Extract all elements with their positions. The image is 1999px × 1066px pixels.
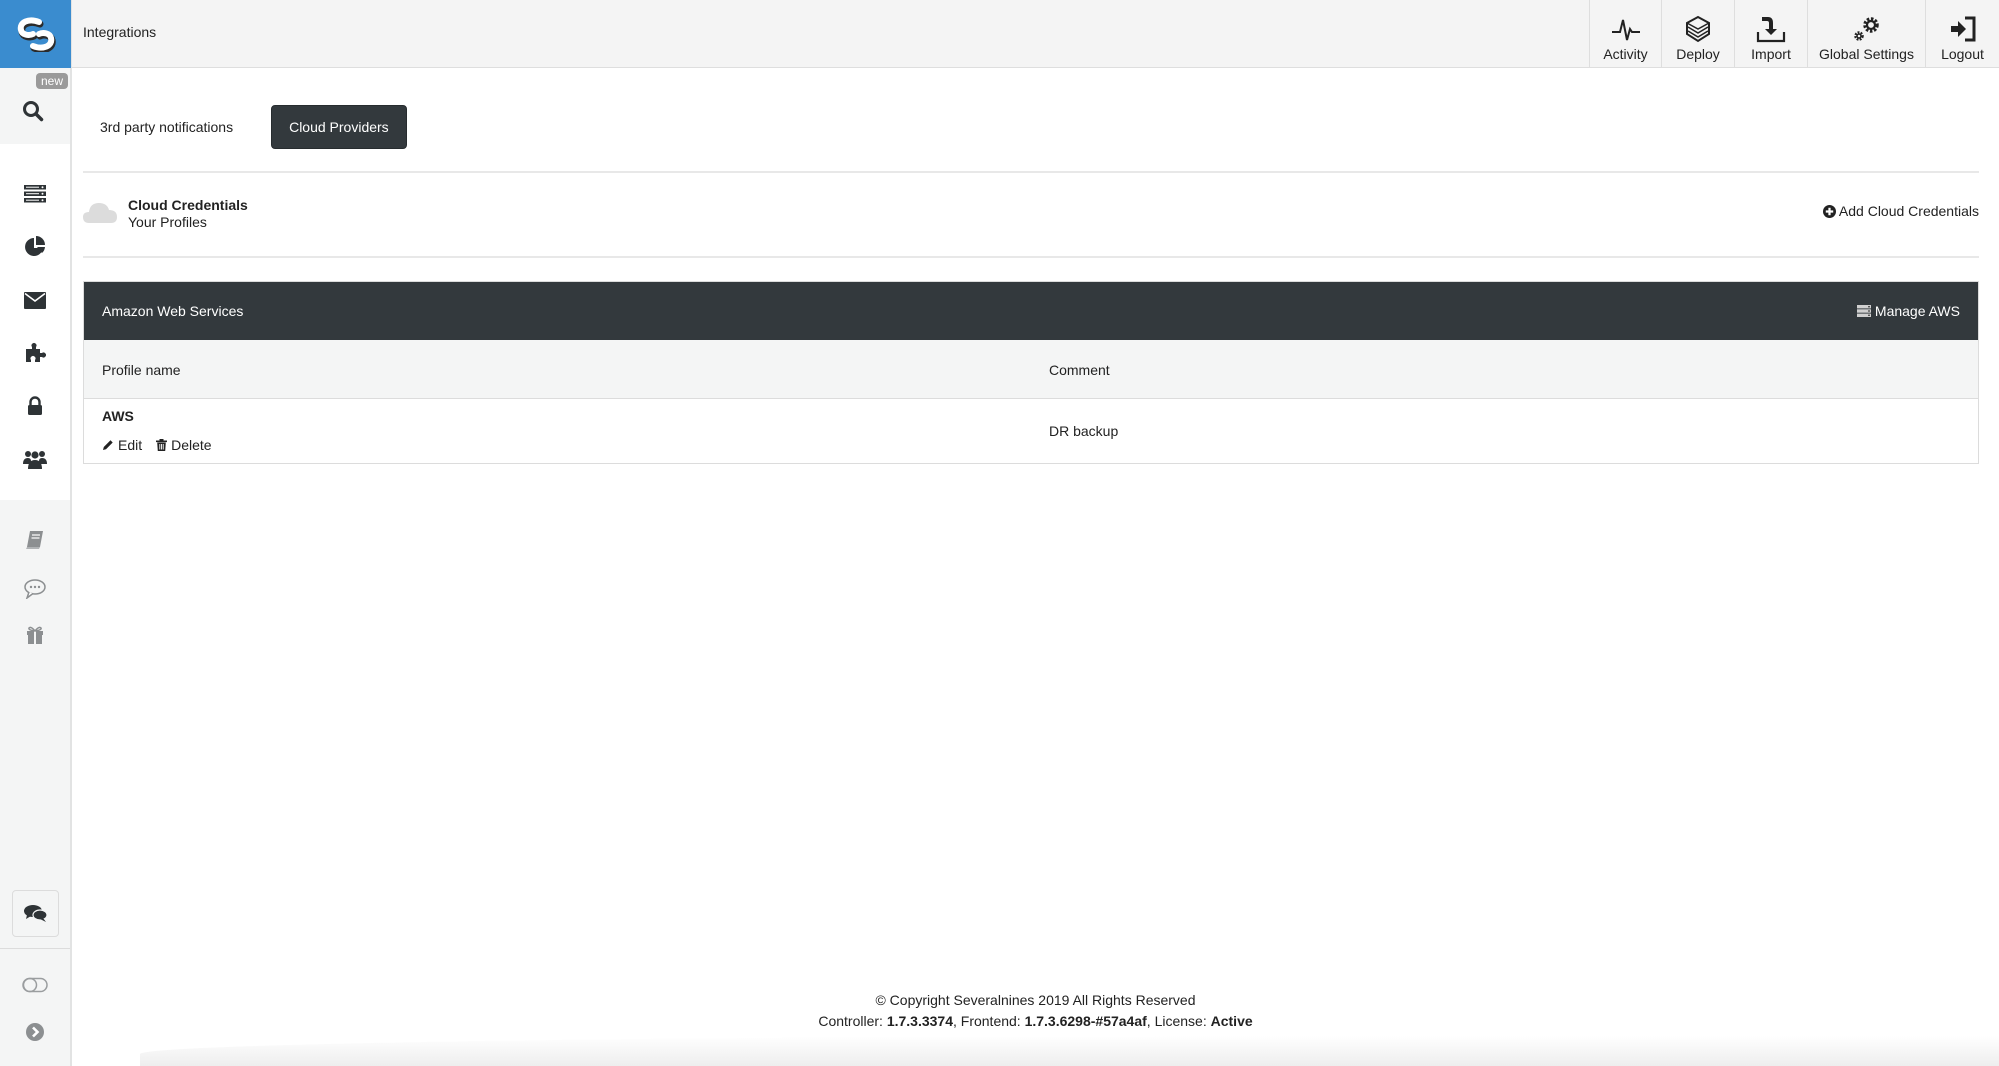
- sidebar-item-whats-new[interactable]: [0, 615, 70, 655]
- gift-icon: [27, 626, 43, 644]
- aws-panel: Amazon Web Services Manage AWS Profile n…: [83, 281, 1979, 464]
- speech-bubble-icon: [24, 579, 46, 599]
- integration-tabs: 3rd party notifications Cloud Providers: [83, 105, 407, 149]
- table-row: AWS Edit Delete DR backup: [84, 399, 1978, 463]
- controller-label: Controller:: [818, 1013, 887, 1029]
- tab-3rd-party-notifications[interactable]: 3rd party notifications: [83, 105, 250, 149]
- sidebar: new: [0, 0, 72, 1066]
- sidebar-item-reports[interactable]: [0, 227, 70, 267]
- pencil-icon: [103, 440, 113, 450]
- nav-activity-label: Activity: [1603, 46, 1648, 62]
- aws-panel-header: Amazon Web Services Manage AWS: [84, 282, 1978, 340]
- table-header: Profile name Comment: [84, 340, 1978, 399]
- nav-deploy[interactable]: Deploy: [1661, 0, 1734, 68]
- bottom-shadow: [140, 1036, 1999, 1066]
- sidebar-item-documentation[interactable]: [0, 520, 70, 560]
- toggle-icon: [22, 977, 48, 993]
- profile-name: AWS: [102, 408, 134, 424]
- new-badge: new: [35, 73, 68, 89]
- frontend-version: 1.7.3.6298-#57a4af: [1024, 1013, 1147, 1029]
- search-icon: [23, 101, 44, 122]
- cloud-credentials-subtitle: Your Profiles: [128, 214, 207, 230]
- trash-icon: [156, 439, 168, 451]
- import-icon: [1756, 17, 1786, 43]
- cloud-credentials-header: Cloud Credentials Your Profiles Add Clou…: [83, 188, 1979, 238]
- sidebar-item-integrations[interactable]: [0, 333, 70, 373]
- sidebar-item-clusters[interactable]: [0, 174, 70, 214]
- edit-button[interactable]: Edit: [102, 437, 142, 453]
- comment-cell: DR backup: [1049, 423, 1119, 439]
- cloud-icon: [83, 203, 117, 223]
- frontend-label: , Frontend:: [952, 1013, 1025, 1029]
- nav-activity[interactable]: Activity: [1589, 0, 1661, 68]
- nav-import[interactable]: Import: [1734, 0, 1807, 68]
- copyright-text: © Copyright Severalnines 2019 All Rights…: [875, 992, 1196, 1008]
- chevron-right-circle-icon: [26, 1023, 44, 1041]
- nav-global-settings-label: Global Settings: [1819, 46, 1914, 62]
- envelope-icon: [24, 291, 46, 309]
- footer: © Copyright Severalnines 2019 All Rights…: [72, 990, 1999, 1032]
- nav-import-label: Import: [1751, 46, 1791, 62]
- delete-button[interactable]: Delete: [156, 437, 212, 453]
- license-label: , License:: [1146, 1013, 1211, 1029]
- lock-icon: [28, 396, 42, 415]
- severalnines-logo-icon: [17, 17, 56, 52]
- nav-global-settings[interactable]: Global Settings: [1807, 0, 1925, 68]
- nav-logout[interactable]: Logout: [1925, 0, 1999, 68]
- book-icon: [26, 531, 43, 549]
- sidebar-main-nav: [0, 144, 70, 500]
- chat-button[interactable]: [12, 890, 59, 937]
- activity-icon: [1611, 19, 1640, 41]
- divider: [83, 171, 1979, 173]
- license-status: Active: [1210, 1013, 1253, 1029]
- users-icon: [23, 451, 47, 469]
- tab-cloud-providers[interactable]: Cloud Providers: [271, 105, 407, 149]
- sidebar-item-security[interactable]: [0, 386, 70, 426]
- column-header-profile-name: Profile name: [102, 362, 181, 378]
- comments-icon: [23, 904, 48, 922]
- version-info: Controller: 1.7.3.3374, Frontend: 1.7.3.…: [72, 1011, 1999, 1032]
- layers-icon: [1686, 15, 1710, 43]
- top-bar: Integrations Activity Deploy Import Glob…: [72, 0, 1999, 68]
- server-list-icon: [24, 185, 46, 203]
- delete-label: Delete: [171, 437, 212, 453]
- gears-icon: [1853, 17, 1879, 41]
- edit-label: Edit: [118, 437, 143, 453]
- sidebar-item-search[interactable]: new: [0, 68, 70, 144]
- sidebar-item-notifications[interactable]: [0, 280, 70, 320]
- logout-icon: [1950, 16, 1975, 42]
- theme-toggle[interactable]: [0, 965, 70, 1005]
- sidebar-divider: [0, 948, 70, 949]
- server-list-icon: [1856, 305, 1871, 317]
- row-actions: Edit Delete: [102, 437, 212, 453]
- sidebar-item-users[interactable]: [0, 439, 70, 479]
- controller-version: 1.7.3.3374: [886, 1013, 953, 1029]
- nav-logout-label: Logout: [1941, 46, 1984, 62]
- sidebar-expand-button[interactable]: [0, 1012, 70, 1052]
- plus-circle-icon: [1822, 204, 1836, 218]
- add-cloud-credentials-label: Add Cloud Credentials: [1838, 203, 1979, 219]
- puzzle-icon: [26, 343, 46, 362]
- nav-deploy-label: Deploy: [1676, 46, 1720, 62]
- manage-aws-label: Manage AWS: [1874, 303, 1960, 319]
- page-title: Integrations: [83, 24, 157, 40]
- top-nav: Activity Deploy Import Global Settings L…: [1589, 0, 1999, 68]
- sidebar-item-feedback[interactable]: [0, 569, 70, 609]
- pie-chart-icon: [25, 236, 45, 256]
- cloud-credentials-title: Cloud Credentials: [128, 197, 248, 213]
- column-header-comment: Comment: [1049, 362, 1110, 378]
- manage-aws-button[interactable]: Manage AWS: [1856, 303, 1960, 319]
- divider: [83, 256, 1979, 258]
- logo[interactable]: [0, 0, 71, 68]
- add-cloud-credentials-button[interactable]: Add Cloud Credentials: [1822, 203, 1979, 219]
- aws-panel-title: Amazon Web Services: [102, 303, 244, 319]
